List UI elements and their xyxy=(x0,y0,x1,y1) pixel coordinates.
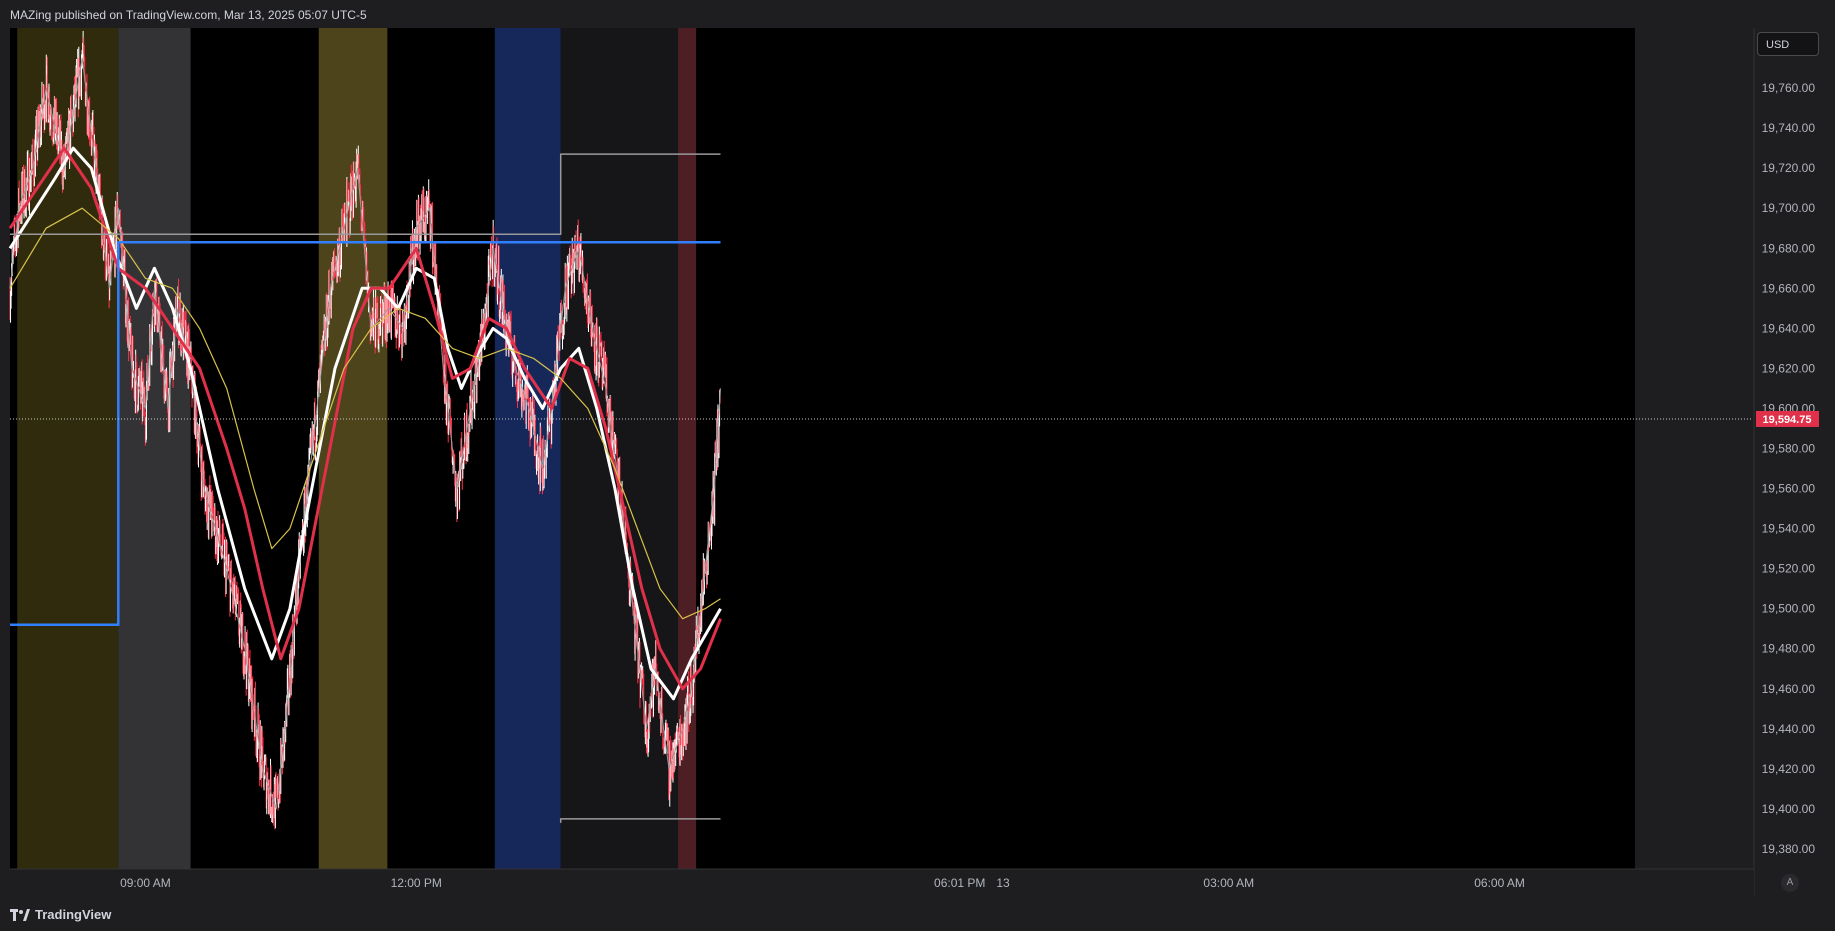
y-tick-label: 19,480.00 xyxy=(1762,642,1816,656)
session-shade-1 xyxy=(118,28,191,869)
x-tick-label: 06:01 PM xyxy=(934,876,985,890)
y-tick-label: 19,580.00 xyxy=(1762,442,1816,456)
x-tick-label: 12:00 PM xyxy=(391,876,442,890)
current-price-label: 19,594.75 xyxy=(1763,414,1812,426)
x-tick-label: 09:00 AM xyxy=(120,876,171,890)
y-tick-label: 19,640.00 xyxy=(1762,321,1816,335)
footer-bar: TradingView xyxy=(0,895,1835,931)
y-tick-label: 19,420.00 xyxy=(1762,762,1816,776)
y-tick-label: 19,380.00 xyxy=(1762,842,1816,856)
y-tick-label: 19,660.00 xyxy=(1762,281,1816,295)
y-tick-label: 19,680.00 xyxy=(1762,241,1816,255)
plot-background xyxy=(10,28,1635,869)
y-tick-label: 19,400.00 xyxy=(1762,802,1816,816)
y-tick-label: 19,520.00 xyxy=(1762,562,1816,576)
y-tick-label: 19,440.00 xyxy=(1762,722,1816,736)
y-tick-label: 19,720.00 xyxy=(1762,161,1816,175)
x-tick-label: 13 xyxy=(996,876,1010,890)
y-tick-label: 19,760.00 xyxy=(1762,81,1816,95)
y-tick-label: 19,500.00 xyxy=(1762,602,1816,616)
x-tick-label: 03:00 AM xyxy=(1203,876,1254,890)
y-tick-label: 19,460.00 xyxy=(1762,682,1816,696)
brand-name: TradingView xyxy=(35,907,112,922)
currency-button[interactable]: USD xyxy=(1757,32,1819,56)
tradingview-logo[interactable]: TradingView xyxy=(10,907,111,922)
y-tick-label: 19,700.00 xyxy=(1762,201,1816,215)
x-tick-label: 06:00 AM xyxy=(1474,876,1525,890)
y-tick-label: 19,560.00 xyxy=(1762,482,1816,496)
y-tick-label: 19,620.00 xyxy=(1762,361,1816,375)
y-tick-label: 19,740.00 xyxy=(1762,121,1816,135)
tradingview-logo-icon xyxy=(10,908,30,921)
price-chart[interactable]: 19,380.00 19,400.00 19,420.00 19,440.00 19,4… xyxy=(0,0,1835,931)
y-tick-label: 19,540.00 xyxy=(1762,522,1816,536)
auto-scale-button[interactable]: A xyxy=(1781,874,1799,892)
